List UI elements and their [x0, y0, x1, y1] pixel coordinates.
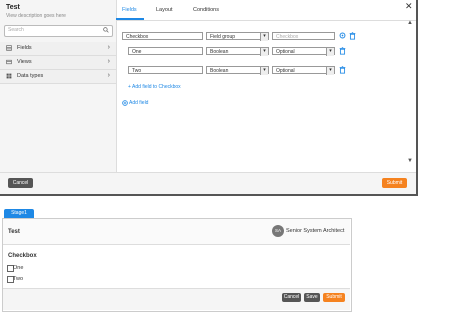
close-icon[interactable]: ✕: [405, 1, 413, 12]
avatar: SA: [272, 225, 284, 237]
active-tab-indicator: [116, 18, 144, 20]
modal-description: View description goes here: [6, 13, 66, 19]
field-extra-input[interactable]: Checkbox: [272, 32, 335, 40]
field-name-value: One: [132, 49, 142, 55]
field-type-select[interactable]: Field group ▾: [206, 32, 269, 41]
chevron-right-icon: ›: [107, 44, 110, 51]
preview-submit-button[interactable]: Submit: [323, 293, 345, 302]
field-type-select[interactable]: Boolean ▾: [206, 66, 269, 75]
stage-tab[interactable]: Stage1: [4, 209, 34, 218]
field-name-value: Two: [132, 68, 142, 74]
preview-save-button[interactable]: Save: [304, 293, 320, 302]
tab-layout[interactable]: Layout: [156, 7, 173, 13]
fields-icon: [6, 45, 12, 51]
preview-cancel-button[interactable]: Cancel: [282, 293, 301, 302]
field-name-value: Checkbox: [126, 34, 149, 40]
sidebar-item-label: Views: [17, 59, 32, 65]
tab-fields[interactable]: Fields: [122, 7, 137, 13]
modal-border: [416, 0, 418, 196]
user-role: Senior System Architect: [286, 228, 345, 234]
field-required-value: Optional: [276, 68, 295, 74]
modal-footer: [0, 172, 416, 195]
checkbox-label: Two: [13, 276, 24, 282]
modal-border: [0, 194, 418, 196]
search-placeholder: Search: [8, 27, 24, 33]
checkbox-label: One: [13, 265, 24, 271]
field-required-select[interactable]: Optional ▾: [272, 66, 335, 75]
settings-icon[interactable]: [339, 32, 346, 39]
tab-conditions[interactable]: Conditions: [193, 7, 219, 13]
sidebar-item-data-types[interactable]: Data types ›: [0, 70, 116, 84]
scroll-down-icon[interactable]: ▼: [407, 158, 413, 164]
add-field-link[interactable]: Add field: [129, 100, 148, 106]
field-name-input[interactable]: One: [128, 47, 203, 55]
search-icon[interactable]: [103, 27, 109, 33]
chevron-down-icon: ▾: [260, 33, 268, 41]
sidebar-item-views[interactable]: Views ›: [0, 56, 116, 70]
field-required-value: Optional: [276, 49, 295, 55]
views-icon: [6, 59, 12, 65]
add-circle-icon[interactable]: [122, 100, 128, 106]
field-type-value: Field group: [210, 34, 236, 40]
field-extra-placeholder: Checkbox: [276, 34, 299, 40]
field-type-select[interactable]: Boolean ▾: [206, 47, 269, 56]
chevron-down-icon: ▾: [326, 67, 334, 75]
checkbox-group-title: Checkbox: [8, 253, 37, 259]
sidebar-item-label: Data types: [17, 73, 44, 79]
field-type-value: Boolean: [210, 49, 229, 55]
search-input[interactable]: Search: [4, 25, 113, 37]
scroll-up-icon[interactable]: ▲: [407, 20, 413, 26]
chevron-down-icon: ▾: [326, 48, 334, 56]
trash-icon[interactable]: [339, 47, 346, 55]
chevron-right-icon: ›: [107, 58, 110, 65]
trash-icon[interactable]: [349, 32, 356, 40]
field-name-input[interactable]: Checkbox: [122, 32, 203, 40]
field-name-input[interactable]: Two: [128, 66, 203, 74]
chevron-right-icon: ›: [107, 72, 110, 79]
data-types-icon: [6, 73, 12, 79]
field-required-select[interactable]: Optional ▾: [272, 47, 335, 56]
add-field-to-group-link[interactable]: + Add field to Checkbox: [128, 84, 181, 90]
chevron-down-icon: ▾: [260, 67, 268, 75]
modal-title: Test: [6, 4, 20, 11]
chevron-down-icon: ▾: [260, 48, 268, 56]
submit-button[interactable]: Submit: [382, 178, 407, 188]
field-type-value: Boolean: [210, 68, 229, 74]
cancel-button[interactable]: Cancel: [8, 178, 33, 188]
sidebar-item-label: Fields: [17, 45, 32, 51]
sidebar-item-fields[interactable]: Fields ›: [0, 42, 116, 56]
trash-icon[interactable]: [339, 66, 346, 74]
preview-title: Test: [8, 229, 20, 235]
